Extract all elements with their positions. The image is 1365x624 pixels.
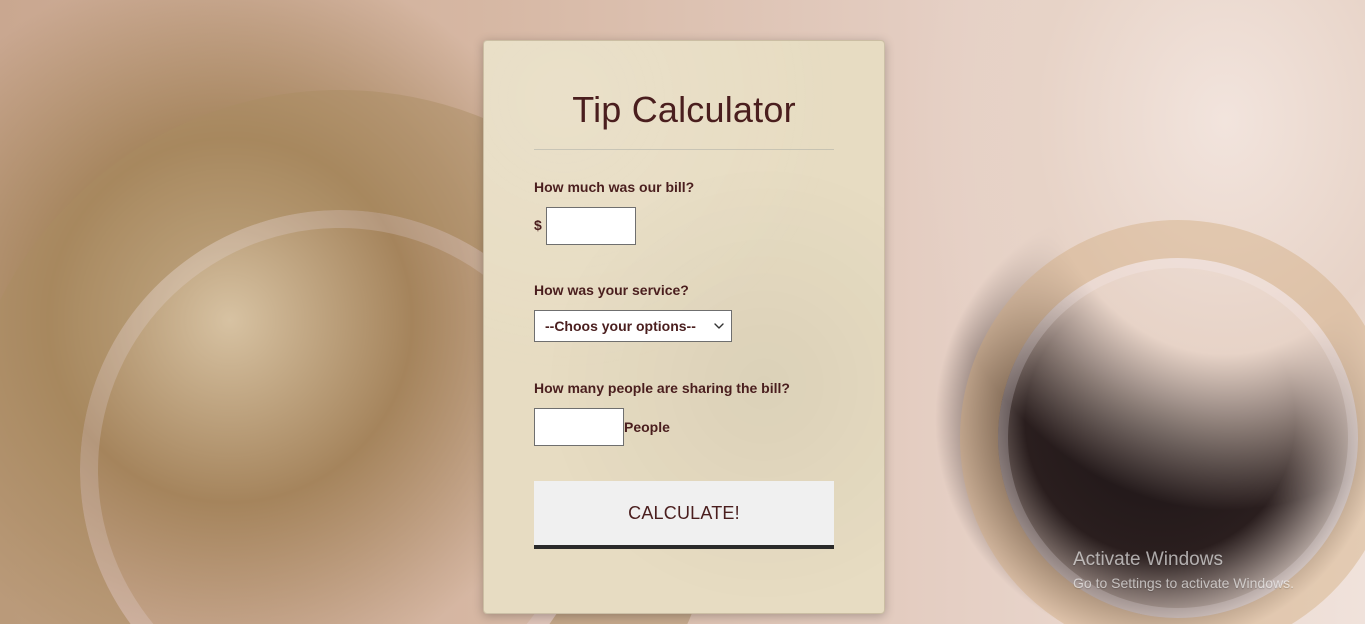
- service-select-value: --Choos your options--: [545, 318, 696, 334]
- people-count-input[interactable]: [534, 408, 624, 446]
- page-title: Tip Calculator: [572, 89, 796, 130]
- bill-question-label: How much was our bill?: [534, 179, 695, 195]
- people-question-label: How many people are sharing the bill?: [534, 380, 790, 396]
- people-suffix-label: People: [624, 419, 670, 435]
- currency-symbol: $: [534, 217, 542, 233]
- calculate-button[interactable]: CALCULATE!: [534, 481, 834, 549]
- chevron-down-icon: [714, 323, 724, 329]
- bill-amount-input[interactable]: [546, 207, 636, 245]
- service-select[interactable]: --Choos your options--: [534, 310, 732, 342]
- service-question-label: How was your service?: [534, 282, 689, 298]
- title-divider: [534, 149, 834, 150]
- tip-calculator-card: Tip Calculator How much was our bill? $ …: [483, 40, 885, 614]
